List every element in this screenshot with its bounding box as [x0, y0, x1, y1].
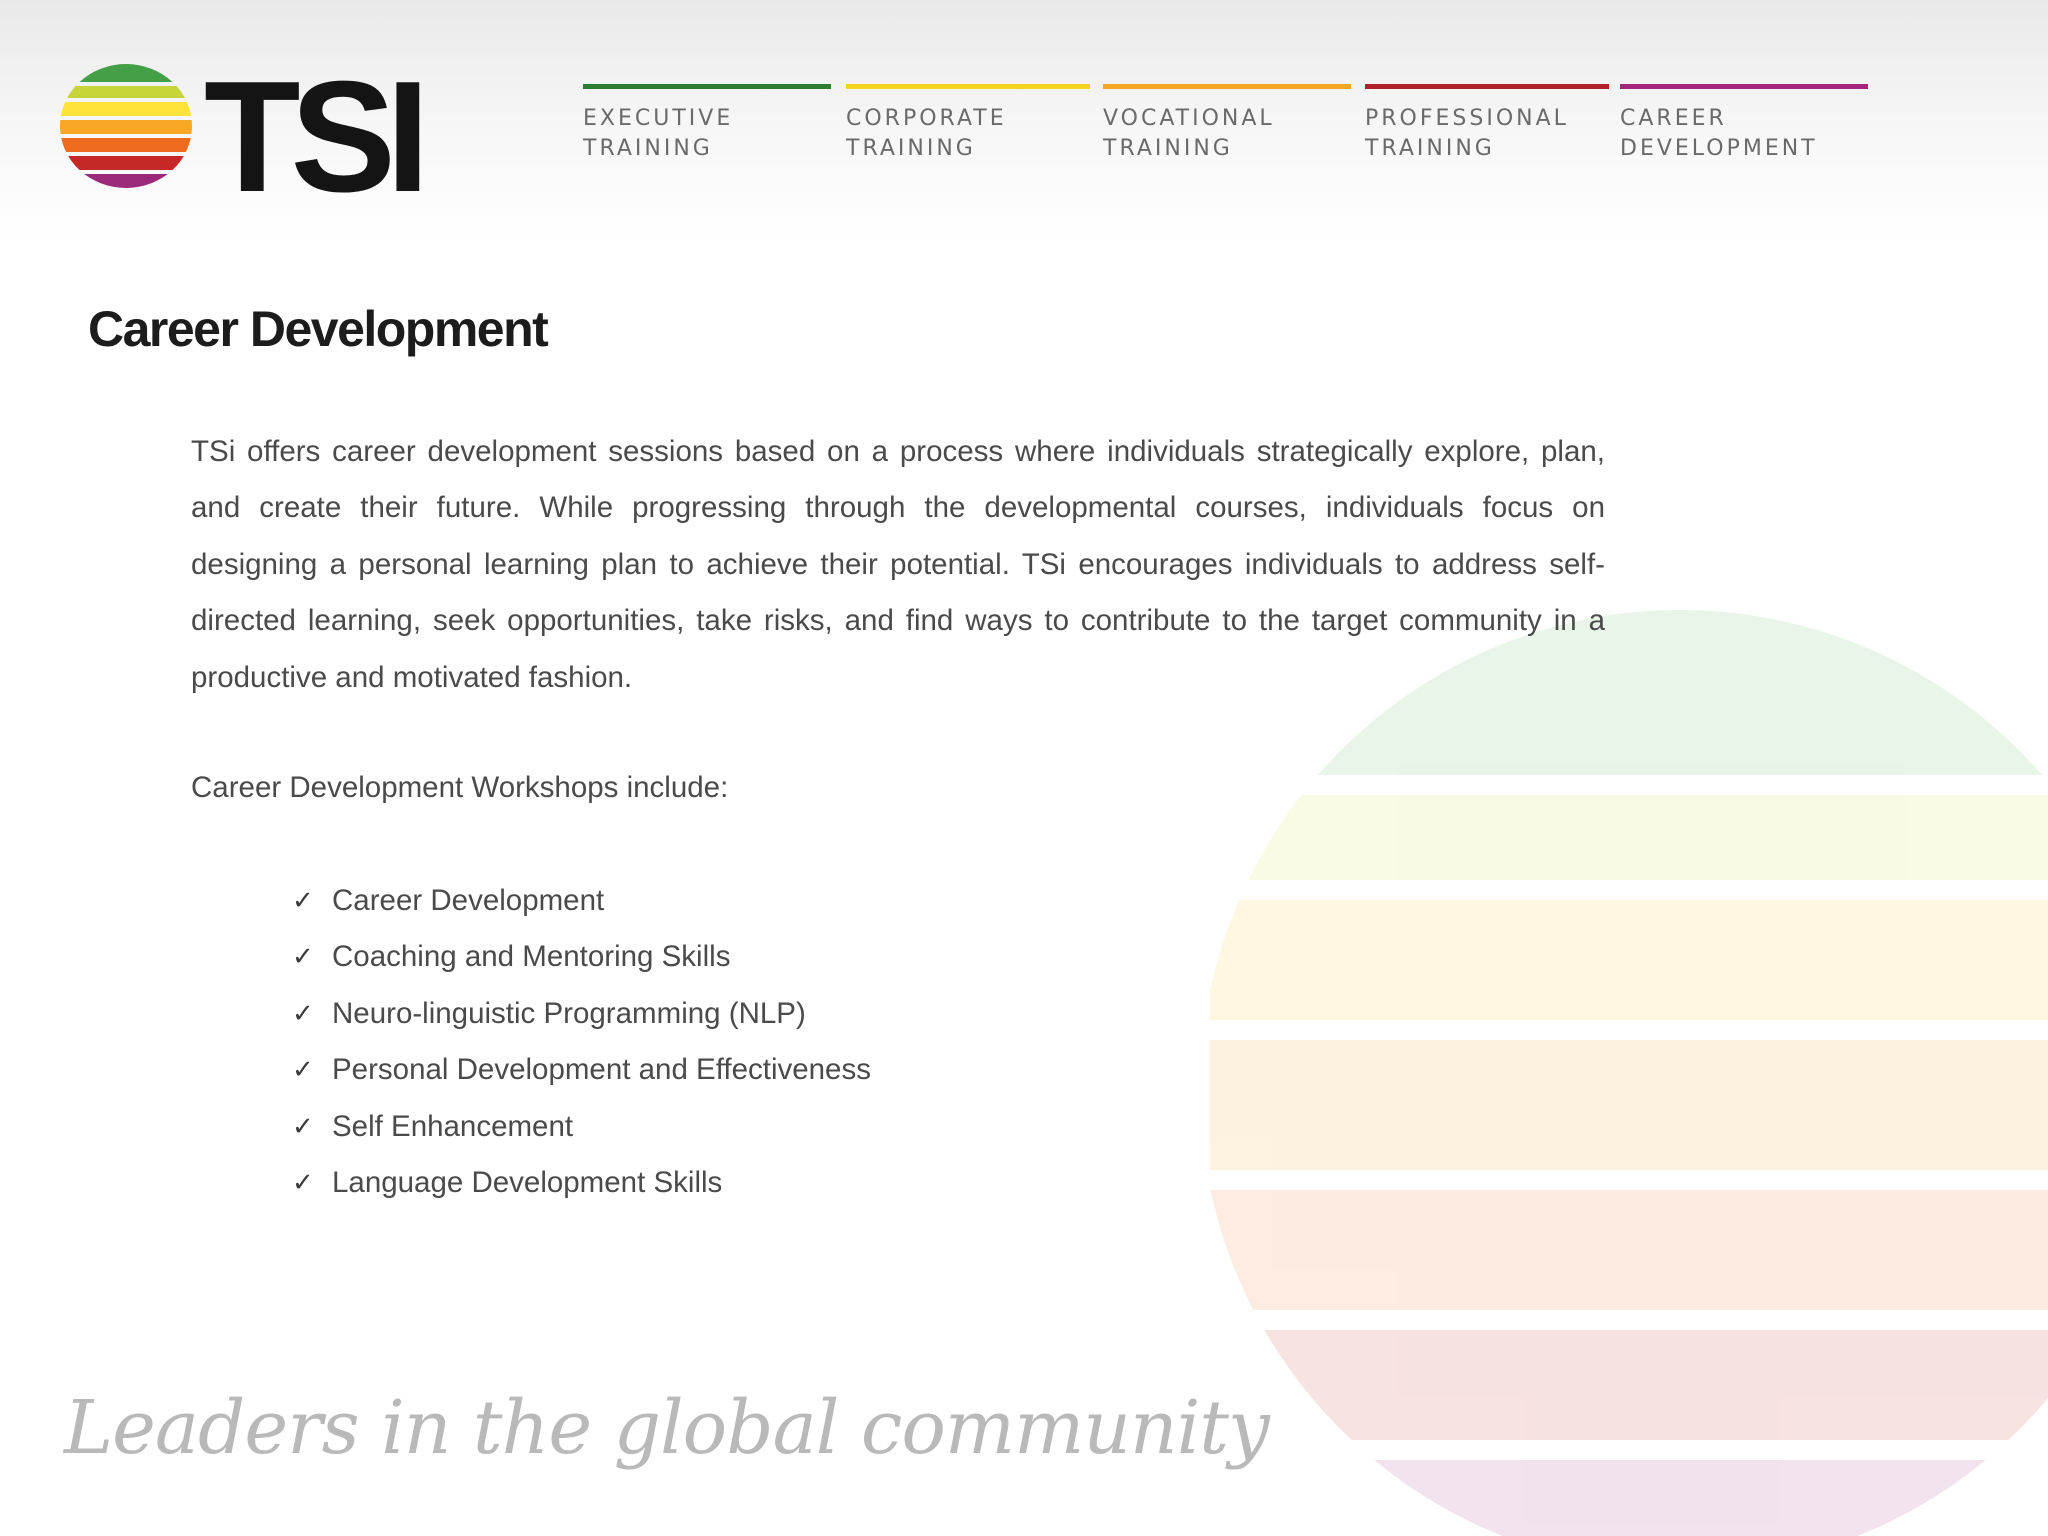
- checkmark-icon: ✓: [292, 1167, 314, 1198]
- nav-vocational-training[interactable]: VOCATIONAL TRAINING: [1103, 84, 1353, 174]
- workshop-list: ✓ Career Development ✓ Coaching and Ment…: [292, 873, 871, 1211]
- logo-wordmark: TSI: [204, 49, 430, 225]
- globe-watermark-icon: [1210, 610, 2048, 1536]
- list-item: ✓ Career Development: [292, 873, 871, 929]
- nav-label: VOCATIONAL TRAINING: [1103, 106, 1275, 161]
- nav-executive-training[interactable]: EXECUTIVE TRAINING: [583, 84, 833, 174]
- workshop-label: Personal Development and Effectiveness: [332, 1053, 871, 1087]
- nav-career-development[interactable]: CAREER DEVELOPMENT: [1620, 84, 1870, 174]
- striped-globe-icon: [60, 64, 192, 188]
- workshop-label: Coaching and Mentoring Skills: [332, 940, 731, 974]
- nav-color-bar: [1103, 84, 1351, 89]
- nav-label: PROFESSIONAL TRAINING: [1365, 106, 1569, 161]
- nav-color-bar: [846, 84, 1090, 89]
- list-item: ✓ Coaching and Mentoring Skills: [292, 929, 871, 985]
- workshop-label: Language Development Skills: [332, 1165, 723, 1199]
- tagline: Leaders in the global community: [64, 1385, 1270, 1471]
- list-item: ✓ Neuro-linguistic Programming (NLP): [292, 986, 871, 1042]
- list-item: ✓ Personal Development and Effectiveness: [292, 1042, 871, 1098]
- checkmark-icon: ✓: [292, 886, 314, 916]
- tsi-logo[interactable]: TSI: [58, 58, 458, 216]
- workshop-label: Career Development: [332, 884, 605, 917]
- workshops-heading: Career Development Workshops include:: [191, 771, 729, 804]
- checkmark-icon: ✓: [292, 998, 314, 1029]
- nav-professional-training[interactable]: PROFESSIONAL TRAINING: [1365, 84, 1610, 174]
- nav-label: EXECUTIVE TRAINING: [583, 106, 734, 161]
- workshop-label: Self Enhancement: [332, 1109, 574, 1143]
- workshop-label: Neuro-linguistic Programming (NLP): [332, 996, 806, 1030]
- nav-label: CORPORATE TRAINING: [846, 106, 1007, 161]
- list-item: ✓ Self Enhancement: [292, 1099, 871, 1155]
- checkmark-icon: ✓: [292, 1055, 314, 1086]
- nav-corporate-training[interactable]: CORPORATE TRAINING: [846, 84, 1091, 174]
- nav-label: CAREER DEVELOPMENT: [1620, 106, 1818, 161]
- intro-paragraph: TSi offers career development sessions b…: [191, 435, 1605, 694]
- nav-color-bar: [1365, 84, 1609, 89]
- list-item: ✓ Language Development Skills: [292, 1155, 871, 1211]
- slide: TSI EXECUTIVE TRAINING CORPORATE TRAININ…: [0, 0, 2048, 1536]
- checkmark-icon: ✓: [292, 1111, 314, 1142]
- nav-color-bar: [583, 84, 831, 89]
- nav-color-bar: [1620, 84, 1868, 89]
- page-title: Career Development: [88, 301, 549, 357]
- checkmark-icon: ✓: [292, 942, 314, 973]
